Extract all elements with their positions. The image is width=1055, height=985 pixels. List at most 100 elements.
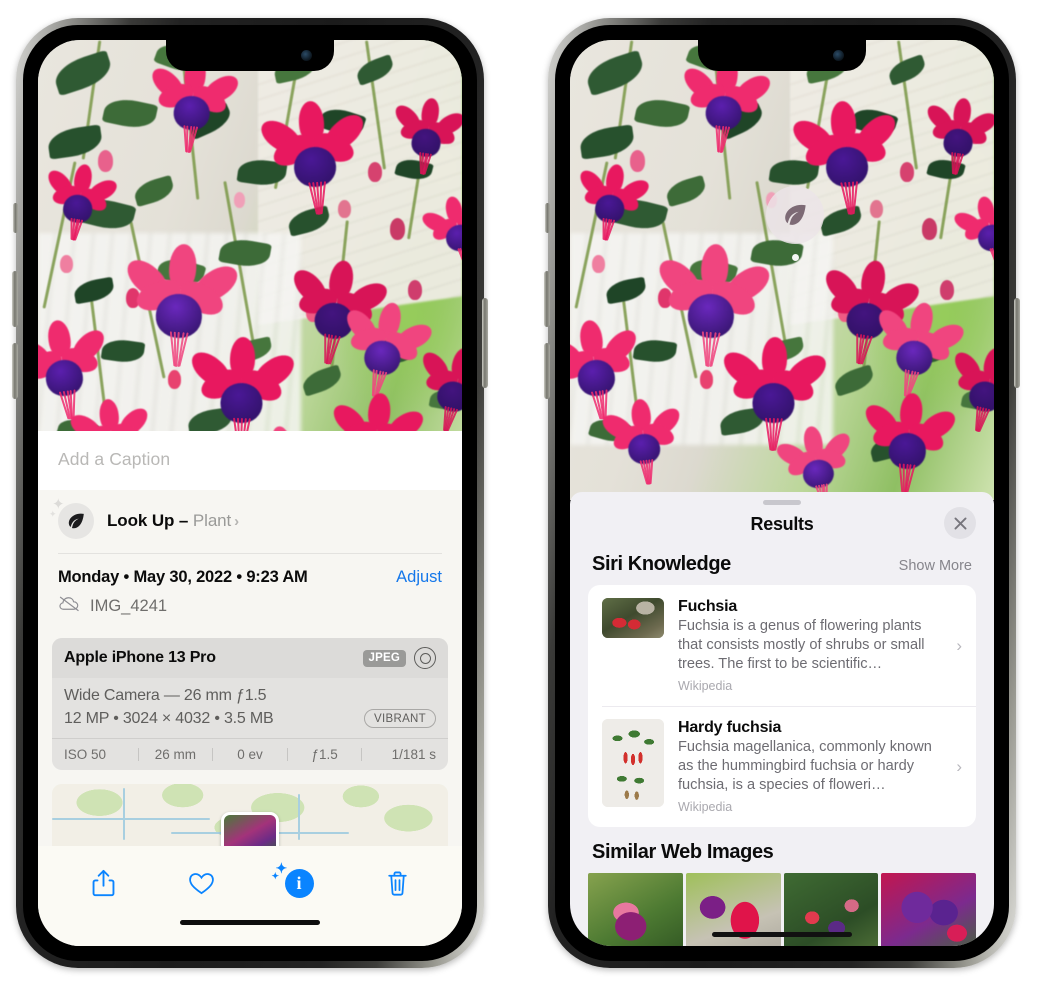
result-title: Fuchsia [678, 598, 738, 615]
siri-knowledge-heading: Siri Knowledge [592, 553, 731, 575]
exif-value: 0 ev [237, 747, 263, 762]
photo-bud [408, 280, 422, 300]
volume-down-button[interactable] [544, 343, 550, 399]
result-thumbnail [602, 598, 664, 638]
siri-knowledge-card: Fuchsia Fuchsia is a genus of flowering … [588, 585, 976, 827]
style-badge: VIBRANT [364, 709, 436, 728]
photo-bud [592, 255, 605, 273]
sparkle-small-icon: ✦ [49, 509, 57, 519]
similar-web-images-section-header: Similar Web Images [570, 827, 994, 873]
front-camera [833, 50, 844, 61]
photo-bud [900, 162, 914, 182]
photo-date: Monday • May 30, 2022 • 9:23 AM [58, 568, 308, 586]
power-button[interactable] [482, 298, 488, 388]
look-up-label: Look Up – Plant › [107, 511, 239, 531]
photo-flower [391, 88, 462, 177]
map-photo-pin [221, 812, 279, 846]
format-badge: JPEG [362, 649, 406, 667]
photo-bud [234, 192, 246, 208]
sparkle-small-icon: ✦ [271, 870, 280, 881]
adjust-button[interactable]: Adjust [396, 568, 442, 587]
photo-flower [255, 89, 370, 215]
look-up-title: Look Up – [107, 511, 189, 530]
visual-lookup-badge[interactable] [766, 186, 824, 244]
web-image-thumbnail[interactable] [588, 873, 683, 946]
photo-metadata: Monday • May 30, 2022 • 9:23 AM Adjust I… [38, 554, 462, 627]
photo-bud [390, 218, 406, 240]
chevron-right-icon: › [234, 513, 240, 530]
photo-flower [860, 382, 960, 494]
knowledge-row[interactable]: Hardy fuchsia Fuchsia magellanica, commo… [588, 706, 976, 827]
favorite-button[interactable] [173, 868, 229, 899]
home-indicator-bar [38, 920, 462, 946]
notch [698, 40, 866, 71]
photo-bud [168, 370, 182, 389]
lens-icon [414, 647, 436, 669]
exif-value: ƒ1.5 [311, 747, 338, 762]
exif-row: ISO 50 26 mm 0 ev ƒ1.5 1/181 s [52, 738, 448, 770]
volume-down-button[interactable] [12, 343, 18, 399]
info-button[interactable]: ✦ ✦ i [271, 862, 327, 898]
chevron-right-icon: › [956, 756, 962, 776]
photo-toolbar: ✦ ✦ i [38, 846, 462, 920]
screenshot-root: Add a Caption ✦ ✦ Look Up – Plant › Mond… [0, 0, 1055, 985]
mute-switch[interactable] [545, 203, 550, 233]
photo-info-sheet: Add a Caption ✦ ✦ Look Up – Plant › Mond… [38, 431, 462, 946]
right-phone-frame: Results Siri Knowledge Show More Fuchsia… [544, 18, 1020, 968]
results-header: Results [570, 505, 994, 547]
home-indicator[interactable] [712, 932, 852, 937]
result-source: Wikipedia [678, 800, 733, 814]
close-button[interactable] [944, 507, 976, 539]
notch [166, 40, 334, 71]
power-button[interactable] [1014, 298, 1020, 388]
knowledge-row[interactable]: Fuchsia Fuchsia is a genus of flowering … [588, 585, 976, 706]
volume-up-button[interactable] [12, 271, 18, 327]
photo-bud [940, 280, 954, 300]
look-up-subject: Plant [192, 511, 232, 530]
results-sheet: Results Siri Knowledge Show More Fuchsia… [570, 492, 994, 946]
photo-bud [922, 218, 938, 240]
left-phone-bezel: Add a Caption ✦ ✦ Look Up – Plant › Mond… [23, 25, 477, 961]
siri-knowledge-section-header: Siri Knowledge Show More [570, 547, 994, 585]
front-camera [301, 50, 312, 61]
photo-viewer[interactable] [570, 40, 994, 500]
visual-lookup-dot [792, 254, 799, 261]
right-phone-screen: Results Siri Knowledge Show More Fuchsia… [570, 40, 994, 946]
exif-value: ISO 50 [64, 747, 107, 762]
look-up-row[interactable]: ✦ ✦ Look Up – Plant › [38, 490, 462, 553]
exif-value: 1/181 s [391, 747, 436, 762]
volume-up-button[interactable] [544, 271, 550, 327]
web-image-thumbnail[interactable] [881, 873, 976, 946]
left-phone-screen: Add a Caption ✦ ✦ Look Up – Plant › Mond… [38, 40, 462, 946]
photo-bud [60, 255, 73, 273]
close-icon [954, 517, 966, 529]
show-more-button[interactable]: Show More [899, 558, 972, 574]
photo-bud [700, 370, 714, 389]
result-title: Hardy fuchsia [678, 719, 782, 736]
similar-web-images-heading: Similar Web Images [592, 841, 774, 863]
photo-filename: IMG_4241 [90, 596, 168, 615]
caption-input[interactable]: Add a Caption [38, 431, 462, 490]
photo-flower [598, 389, 685, 487]
chevron-right-icon: › [956, 635, 962, 655]
home-indicator[interactable] [180, 920, 320, 925]
result-description: Fuchsia magellanica, commonly known as t… [678, 739, 932, 793]
result-thumbnail [602, 719, 664, 807]
share-button[interactable] [75, 868, 131, 899]
photo-bud [368, 162, 382, 182]
info-sparkle-icon: ✦ ✦ i [272, 862, 314, 898]
left-phone-frame: Add a Caption ✦ ✦ Look Up – Plant › Mond… [12, 18, 488, 968]
leaf-icon: ✦ ✦ [49, 497, 94, 539]
camera-device-name: Apple iPhone 13 Pro [64, 649, 216, 666]
camera-info-card[interactable]: Apple iPhone 13 Pro JPEG Wide Camera — 2… [52, 638, 448, 770]
result-description: Fuchsia is a genus of flowering plants t… [678, 618, 925, 672]
icloud-slash-icon [58, 595, 81, 617]
results-title: Results [750, 514, 814, 534]
mute-switch[interactable] [13, 203, 18, 233]
result-source: Wikipedia [678, 679, 733, 693]
location-map[interactable] [52, 784, 448, 846]
photo-flower [923, 88, 994, 177]
right-phone-bezel: Results Siri Knowledge Show More Fuchsia… [555, 25, 1009, 961]
camera-lens-line: Wide Camera — 26 mm ƒ1.5 [64, 687, 267, 704]
delete-button[interactable] [369, 868, 425, 899]
